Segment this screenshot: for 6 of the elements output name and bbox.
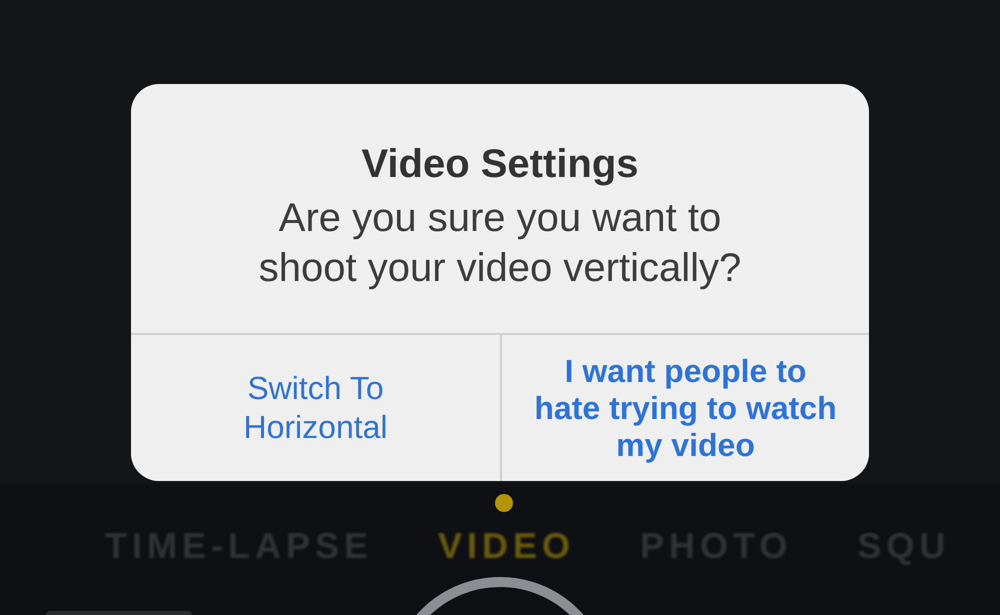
alert-button[interactable]: I want people to hate trying to watch my video <box>500 335 869 481</box>
shutter-button[interactable] <box>416 577 584 615</box>
mode-tab[interactable]: VIDEO <box>433 526 576 566</box>
selection-dot-icon <box>495 494 514 512</box>
alert-message: Are you sure you want to shoot your video vertically? <box>258 195 742 292</box>
alert-title: Video Settings <box>361 141 639 188</box>
